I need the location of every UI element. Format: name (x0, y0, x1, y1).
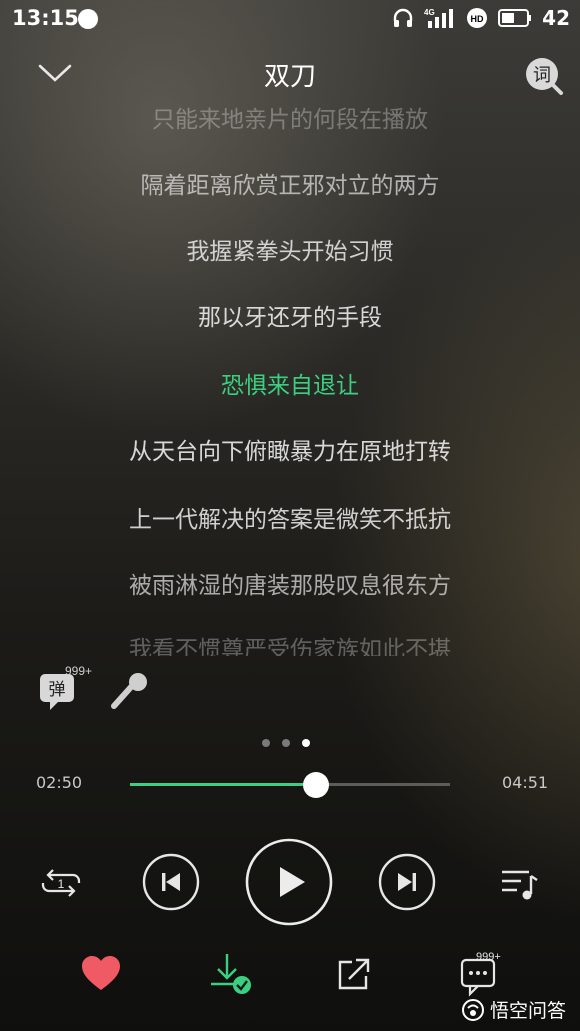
lyric-line[interactable]: 从天台向下俯瞰暴力在原地打转 (0, 432, 580, 466)
progress-fill (130, 783, 316, 786)
lyric-line[interactable]: 隔着距离欣赏正邪对立的两方 (0, 166, 580, 200)
danmu-label: 弹 (49, 680, 66, 700)
page-dot (302, 739, 310, 747)
page-dot (262, 739, 270, 747)
previous-button[interactable] (142, 853, 200, 911)
lyric-mode-label: 词 (533, 65, 551, 86)
battery-level: 42 (542, 6, 570, 30)
song-title: 双刀 (263, 62, 316, 92)
lyric-line[interactable]: 被雨淋湿的唐装那股叹息很东方 (0, 566, 580, 600)
headphones-icon (393, 8, 413, 27)
next-track-icon (378, 853, 436, 911)
watermark-text: 悟空问答 (489, 1000, 566, 1022)
like-button[interactable] (80, 954, 122, 994)
danmu-icon: 弹 999+ (40, 664, 92, 710)
svg-text:1: 1 (58, 877, 65, 891)
repeat-one-icon: 1 (41, 869, 81, 897)
lyric-line[interactable]: 只能来地亲片的何段在播放 (0, 100, 580, 134)
previous-track-icon (142, 853, 200, 911)
comment-icon: 999+ (460, 951, 501, 997)
page-dot (282, 739, 290, 747)
comment-count: 999+ (476, 951, 501, 963)
progress-slider[interactable] (130, 770, 450, 798)
danmu-count: 999+ (65, 666, 92, 678)
next-button[interactable] (378, 853, 436, 911)
battery-icon (498, 9, 532, 27)
playlist-button[interactable] (498, 864, 542, 904)
danmu-button[interactable]: 弹 999+ (38, 664, 98, 712)
lyric-line[interactable]: 我握紧拳头开始习惯 (0, 232, 580, 266)
app-notification-icon (78, 9, 98, 29)
play-icon (245, 838, 333, 926)
lyric-line[interactable]: 我看不惯尊严受伤家族如此不堪 (0, 630, 580, 656)
hd-icon: HD (467, 8, 488, 28)
lyric-line[interactable]: 上一代解决的答案是微笑不抵抗 (0, 500, 580, 534)
playlist-icon (502, 870, 538, 900)
heart-icon (82, 956, 120, 990)
status-time: 13:15 (12, 6, 79, 30)
play-button[interactable] (245, 838, 333, 926)
microphone-icon (111, 673, 147, 709)
lyric-line-current[interactable]: 恐惧来自退让 (0, 366, 580, 400)
wukong-logo-icon (461, 998, 484, 1021)
elapsed-time: 02:50 (36, 773, 83, 792)
share-button[interactable] (334, 956, 374, 994)
downloaded-icon (211, 954, 251, 994)
status-bar: 13:15 4G HD 42 (0, 0, 580, 36)
repeat-button[interactable]: 1 (38, 862, 84, 904)
progress-thumb[interactable] (302, 772, 329, 798)
watermark: 悟空问答 (461, 996, 566, 1023)
network-label: 4G (424, 8, 435, 17)
hd-label: HD (471, 14, 484, 24)
comments-button[interactable]: 999+ (458, 950, 514, 998)
sing-along-button[interactable] (108, 668, 152, 712)
lyric-search-button[interactable]: 词 (524, 56, 564, 96)
signal-icon: 4G (424, 8, 454, 28)
share-icon (338, 958, 370, 990)
lyrics-panel[interactable]: 只能来地亲片的何段在播放 隔着距离欣赏正邪对立的两方 我握紧拳头开始习惯 那以牙还牙的… (0, 96, 580, 656)
lyric-search-icon: 词 (526, 58, 563, 95)
download-button[interactable] (207, 952, 255, 996)
status-right-group: 4G HD 42 (392, 6, 570, 30)
lyric-line[interactable]: 那以牙还牙的手段 (0, 298, 580, 332)
total-time: 04:51 (502, 773, 549, 792)
page-indicator (262, 739, 310, 747)
